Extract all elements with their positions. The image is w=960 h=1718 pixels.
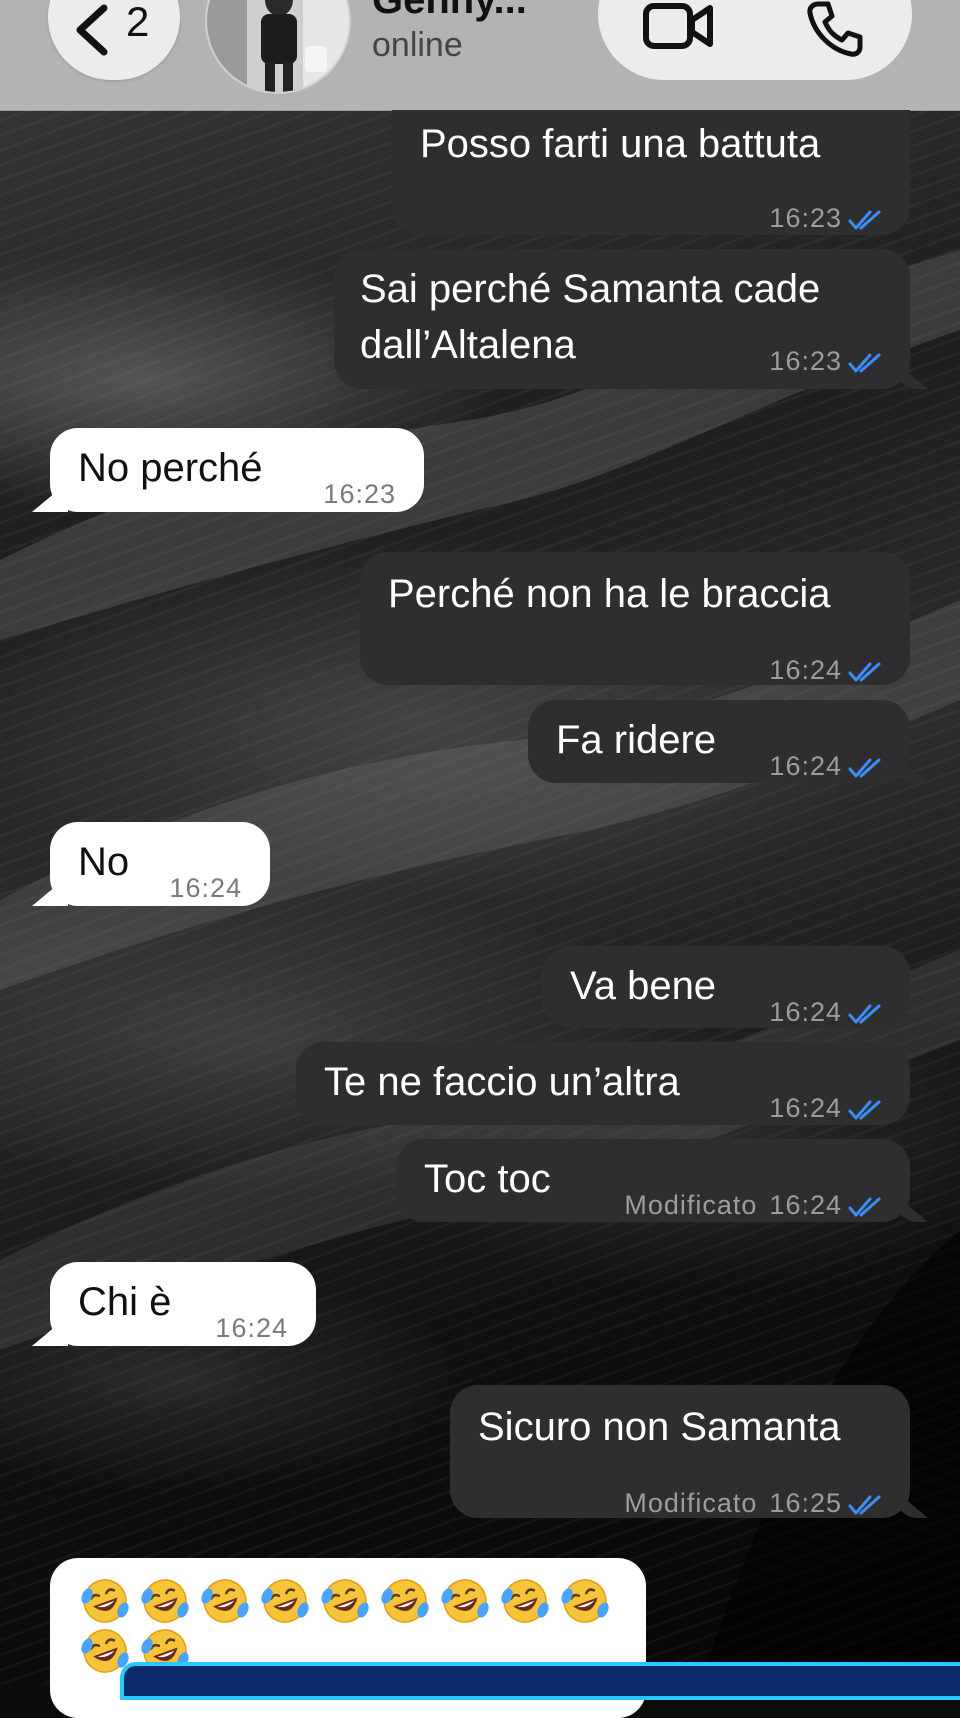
message-time: 16:24 bbox=[215, 1313, 288, 1343]
message-text: Sicuro non Samanta bbox=[478, 1405, 841, 1449]
rolling-laughing-emoji-icon bbox=[500, 1576, 550, 1626]
message-time: 16:24 bbox=[769, 655, 842, 685]
read-receipt-icon bbox=[848, 1004, 881, 1024]
message-time: 16:23 bbox=[769, 203, 842, 233]
message-bubble-outgoing[interactable]: Sicuro non Samanta Modificato 16:25 bbox=[450, 1385, 910, 1518]
message-bubble-outgoing[interactable]: Perché non ha le braccia 16:24 bbox=[360, 552, 910, 685]
read-receipt-icon bbox=[848, 1495, 881, 1515]
message-meta: 16:24 bbox=[769, 1080, 884, 1137]
read-receipt-icon bbox=[848, 210, 881, 230]
read-receipt-icon bbox=[848, 1197, 881, 1217]
rolling-laughing-emoji-icon bbox=[140, 1576, 190, 1626]
video-call-icon[interactable] bbox=[642, 0, 716, 52]
message-time: 16:24 bbox=[769, 997, 842, 1027]
message-text: Posso farti una battuta bbox=[420, 122, 821, 166]
message-time: 16:24 bbox=[769, 751, 842, 781]
message-text: No perché bbox=[78, 446, 263, 490]
avatar-photo bbox=[207, 0, 349, 92]
edited-label: Modificato bbox=[624, 1488, 758, 1518]
read-receipt-icon bbox=[848, 758, 881, 778]
message-text: Chi è bbox=[78, 1280, 172, 1324]
message-time: 16:24 bbox=[169, 873, 242, 903]
message-meta: 16:23 bbox=[769, 190, 884, 247]
message-text: Toc toc bbox=[424, 1157, 551, 1201]
message-time: 16:25 bbox=[769, 1488, 842, 1518]
message-text: Va bene bbox=[570, 964, 717, 1008]
message-time: 16:24 bbox=[769, 1093, 842, 1123]
message-bubble-incoming[interactable]: No perché 16:23 bbox=[50, 428, 424, 512]
message-meta: 16:24 bbox=[769, 642, 884, 699]
message-text: No bbox=[78, 840, 130, 884]
message-text: Te ne faccio un’altra bbox=[324, 1060, 680, 1104]
message-time: 16:24 bbox=[769, 1190, 842, 1220]
message-text-line: Sai perché Samanta cade bbox=[360, 267, 821, 311]
message-bubble-outgoing[interactable]: Fa ridere 16:24 bbox=[528, 700, 910, 783]
message-time: 16:23 bbox=[769, 346, 842, 376]
call-actions bbox=[598, 0, 912, 80]
phone-call-icon[interactable] bbox=[804, 0, 866, 60]
rolling-laughing-emoji-icon bbox=[560, 1576, 610, 1626]
rolling-laughing-emoji-icon bbox=[80, 1576, 130, 1626]
message-text: Fa ridere bbox=[556, 718, 717, 762]
message-bubble-incoming[interactable]: Chi è 16:24 bbox=[50, 1262, 316, 1346]
message-bubble-outgoing[interactable]: Te ne faccio un’altra 16:24 bbox=[296, 1042, 910, 1125]
message-meta: 16:24 bbox=[769, 738, 884, 795]
message-bubble-outgoing[interactable]: Va bene 16:24 bbox=[542, 946, 910, 1028]
chat-header: 2 Genny... online bbox=[0, 0, 960, 111]
message-text-line: dall’Altalena bbox=[360, 323, 576, 367]
read-receipt-icon bbox=[848, 1100, 881, 1120]
back-button[interactable]: 2 bbox=[48, 0, 180, 80]
message-bubble-outgoing[interactable]: Toc toc Modificato 16:24 bbox=[396, 1139, 910, 1222]
rolling-laughing-emoji-icon bbox=[440, 1576, 490, 1626]
unread-count: 2 bbox=[126, 0, 150, 45]
message-bubble-outgoing[interactable]: Posso farti una battuta 16:23 bbox=[392, 110, 910, 235]
message-text: Perché non ha le braccia bbox=[388, 572, 831, 616]
message-meta: Modificato 16:25 bbox=[624, 1475, 884, 1532]
rolling-laughing-emoji-icon bbox=[260, 1576, 310, 1626]
rolling-laughing-emoji-icon bbox=[380, 1576, 430, 1626]
message-meta: 16:23 bbox=[769, 333, 884, 390]
avatar[interactable] bbox=[205, 0, 351, 94]
edited-label: Modificato bbox=[624, 1190, 758, 1220]
contact-name[interactable]: Genny... bbox=[372, 0, 527, 23]
read-receipt-icon bbox=[848, 353, 881, 373]
contact-status: online bbox=[372, 26, 463, 64]
rolling-laughing-emoji-icon bbox=[320, 1576, 370, 1626]
message-meta: 16:24 bbox=[769, 984, 884, 1041]
chevron-left-icon bbox=[76, 4, 108, 56]
message-bubble-outgoing[interactable]: Sai perché Samanta cade dall’Altalena 16… bbox=[334, 249, 910, 389]
read-receipt-icon bbox=[848, 662, 881, 682]
message-input-bar[interactable] bbox=[120, 1662, 960, 1700]
message-meta: Modificato 16:24 bbox=[624, 1177, 884, 1234]
rolling-laughing-emoji-icon bbox=[200, 1576, 250, 1626]
message-bubble-incoming[interactable]: No 16:24 bbox=[50, 822, 270, 906]
message-time: 16:23 bbox=[323, 479, 396, 509]
